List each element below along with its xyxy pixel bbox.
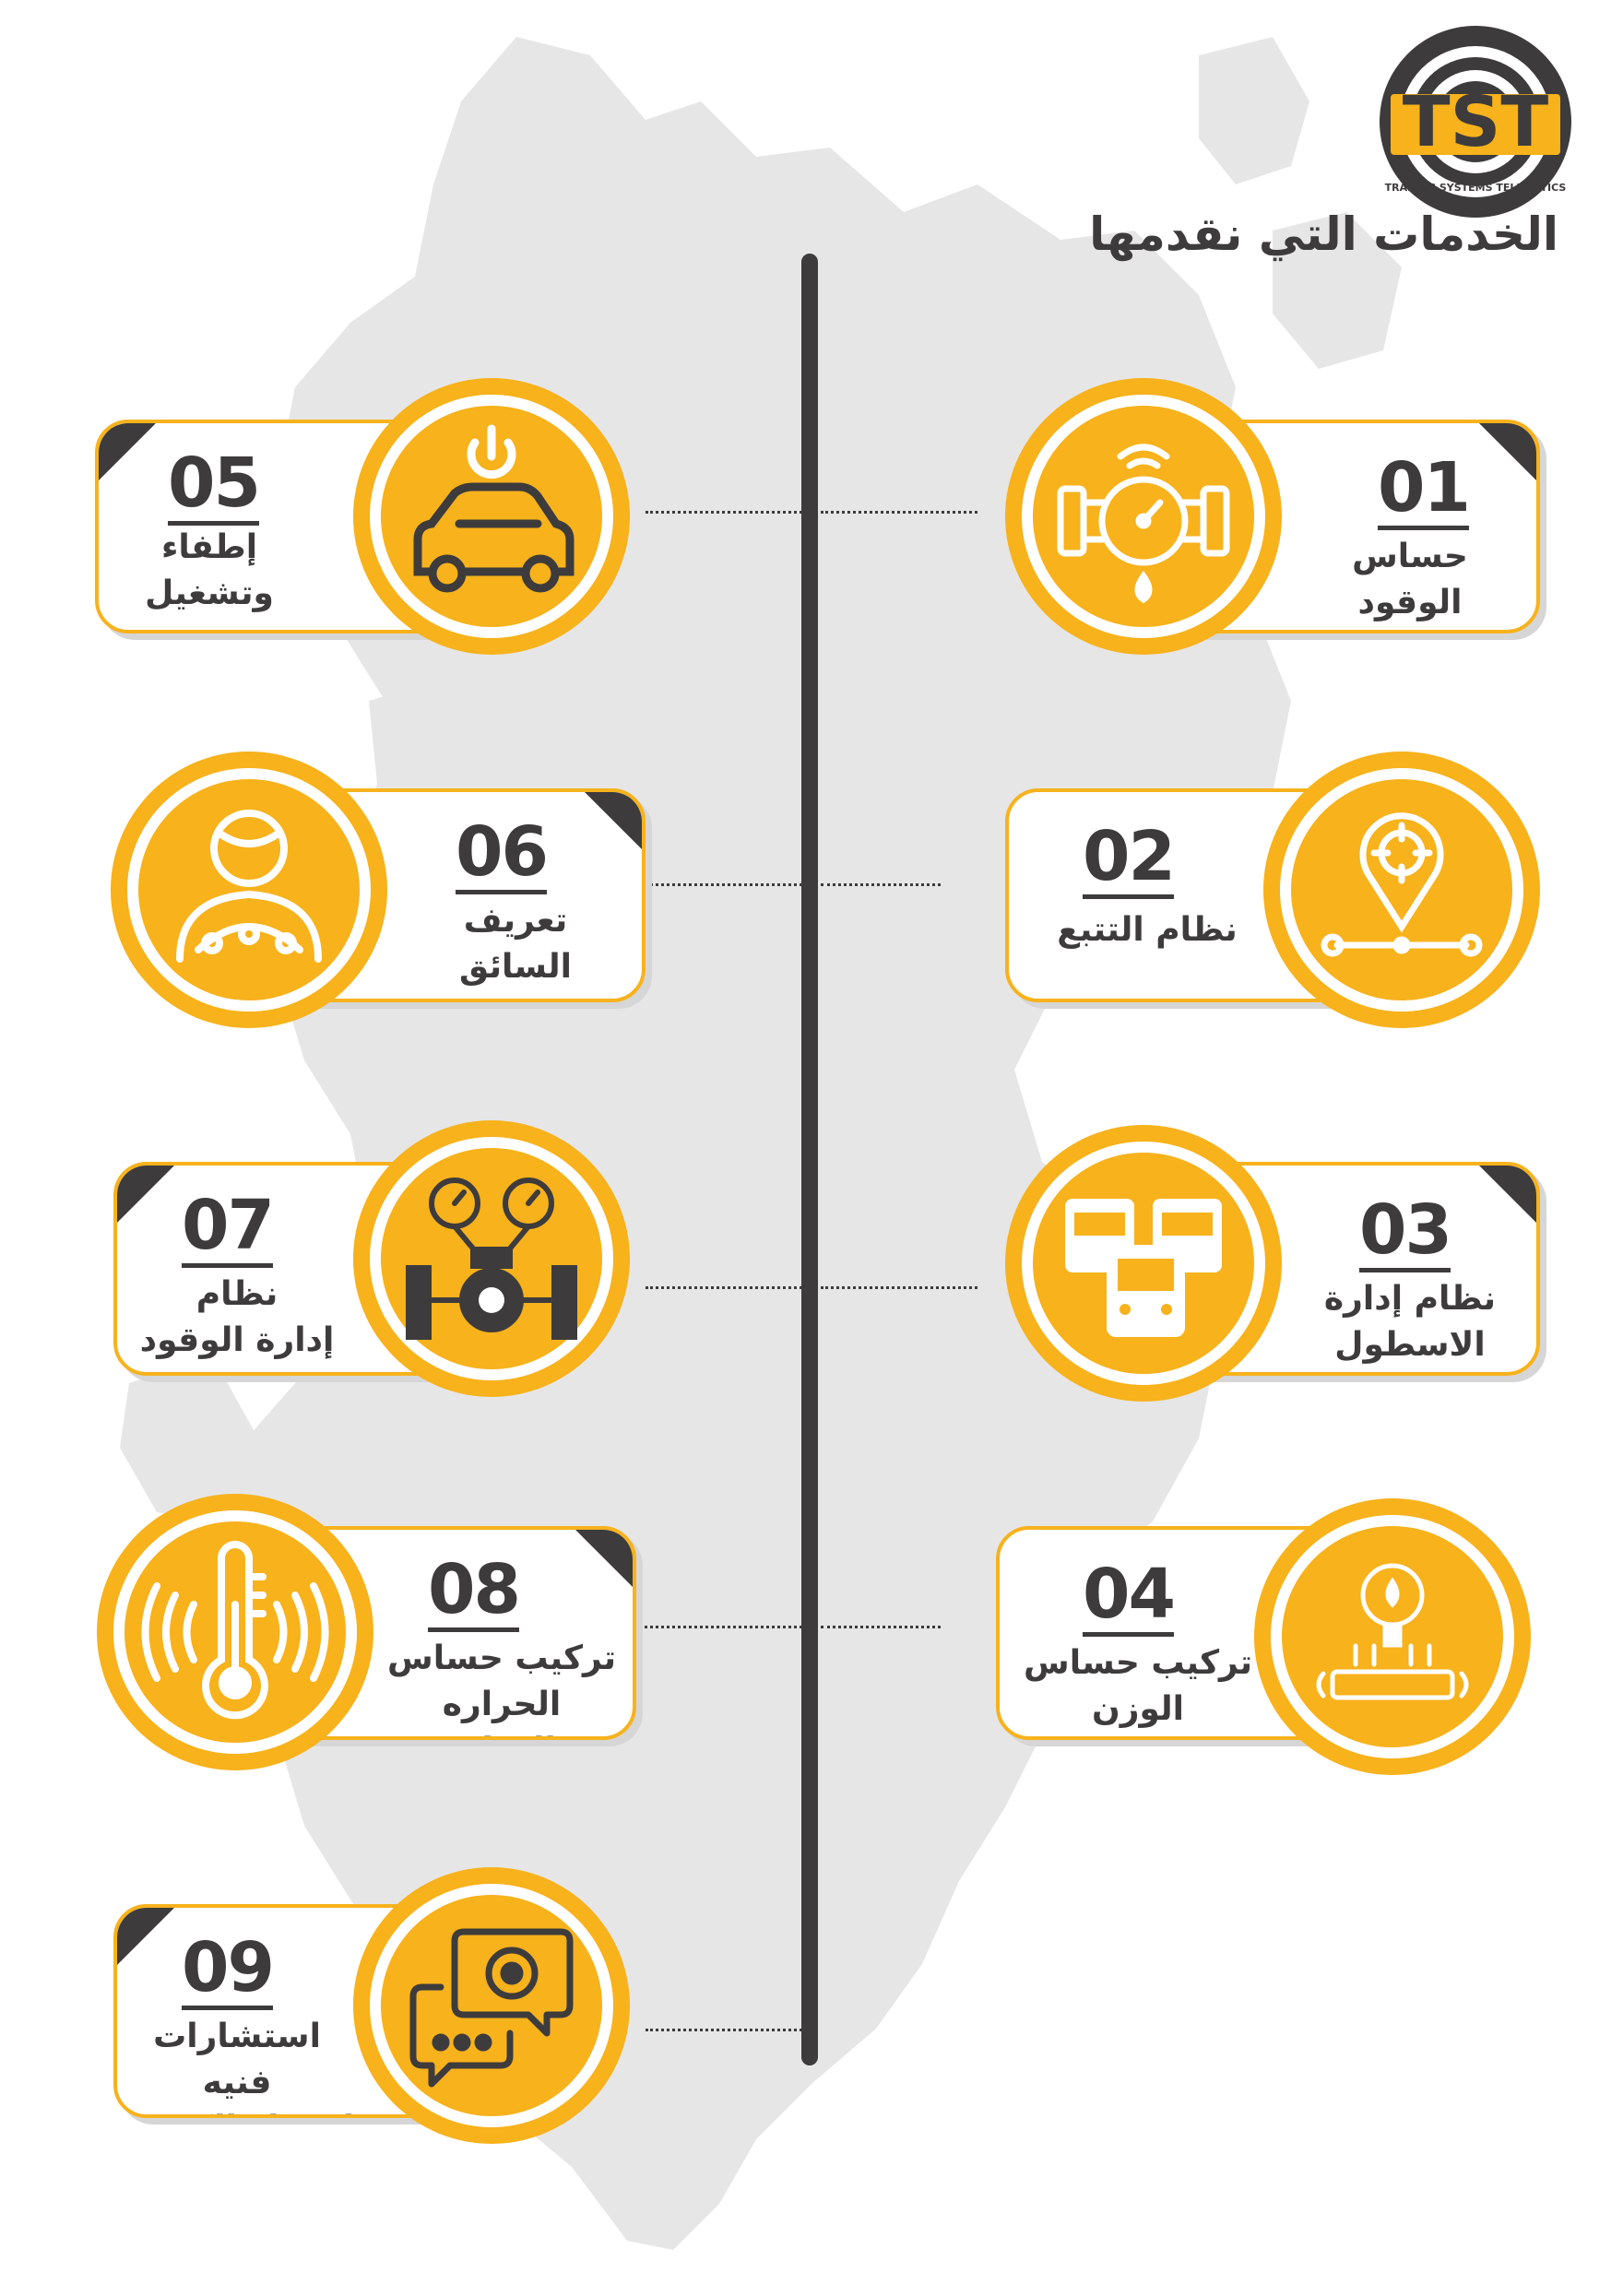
connector-07 (646, 1286, 802, 1289)
service-label-line2: إدارة الوقود (139, 1321, 335, 1359)
service-number: 05 (168, 444, 261, 526)
card-corner (117, 1908, 178, 1969)
service-number: 06 (456, 812, 549, 894)
card-corner (117, 1166, 178, 1226)
fuel-management-icon (406, 1178, 577, 1340)
service-label-line1: نظام التتبع (1057, 911, 1238, 949)
service-label: حساس الوقود (1304, 534, 1516, 626)
driver-icon (176, 810, 322, 963)
service-circle-07 (353, 1120, 630, 1397)
service-number: 07 (182, 1186, 275, 1268)
connector-03 (821, 1286, 977, 1289)
service-number: 08 (428, 1550, 521, 1632)
connector-09 (646, 2029, 802, 2031)
service-circle-03 (1005, 1125, 1282, 1402)
service-circle-02 (1263, 752, 1540, 1028)
tst-logo: TST TRAKING SYSTEMS TELEMATICS (1374, 20, 1577, 223)
service-number: 03 (1359, 1190, 1452, 1272)
service-number: 04 (1083, 1555, 1176, 1637)
timeline-line (801, 254, 818, 2065)
logo-tagline: TRAKING SYSTEMS TELEMATICS (1384, 182, 1567, 194)
service-circle-01 (1005, 378, 1282, 655)
service-number: 01 (1378, 448, 1471, 530)
service-circle-05 (353, 378, 630, 655)
service-label: تعريف السائق (409, 898, 622, 990)
logo-text: TST (1402, 80, 1549, 162)
service-label: نظام إدارة الوقود (122, 1272, 352, 1364)
service-label-line1: نظام (195, 1275, 278, 1313)
service-label-line1: نظام إدارة (1323, 1280, 1497, 1318)
connector-08 (627, 1626, 802, 1628)
service-label-line2: وتشغيل (145, 574, 274, 612)
service-label-line1: تعريف (463, 902, 568, 940)
connector-02 (821, 883, 941, 886)
connector-04 (821, 1626, 941, 1628)
service-label-line1: إطفاء (160, 528, 258, 566)
service-circle-09 (353, 1867, 630, 2144)
card-corner (572, 1530, 633, 1591)
card-corner (1475, 423, 1536, 484)
connector-06 (646, 883, 802, 886)
card-corner (1475, 1166, 1536, 1226)
connector-01 (821, 511, 977, 514)
service-label-line2: الحراره والرطوبه (427, 1686, 576, 1736)
service-label-line2: لاصدار الكروت (117, 2106, 357, 2114)
fleet-trucks-icon (1065, 1199, 1222, 1337)
service-label: إطفاء وتشغيل (117, 525, 302, 617)
service-label-line2: الوزن (1092, 1690, 1184, 1728)
service-circle-08 (97, 1494, 373, 1770)
service-label: استشارات فنيه لاصدار الكروت (117, 2014, 357, 2114)
service-label-line1: تركيب حساس (387, 1639, 616, 1677)
service-label-line1: حساس (1352, 538, 1468, 575)
location-tracking-icon (1321, 812, 1483, 957)
service-label-line2: الوقود (1357, 584, 1463, 621)
service-number: 02 (1083, 817, 1176, 899)
weight-sensor-icon (1316, 1563, 1469, 1700)
service-label-line1: تركيب حساس (1024, 1644, 1252, 1682)
page-title: الخدمات التي نقدمها (1089, 207, 1558, 261)
service-label-line2: الاسطول (1334, 1326, 1486, 1364)
service-label: نظام التتبع (1027, 907, 1267, 953)
service-circle-06 (111, 752, 387, 1028)
consulting-chat-icon (409, 1928, 574, 2088)
card-corner (99, 423, 160, 484)
service-number: 09 (182, 1928, 275, 2010)
service-label-line2: السائق (459, 948, 572, 986)
service-circle-04 (1254, 1498, 1531, 1775)
car-power-icon (413, 424, 575, 593)
fuel-sensor-icon (1057, 444, 1230, 604)
service-label: تركيب حساس الوزن (1000, 1640, 1276, 1733)
service-label: تركيب حساس الحراره والرطوبه (373, 1636, 631, 1736)
service-label-line1: استشارات فنيه (153, 2018, 321, 2101)
thermometer-icon (141, 1541, 329, 1720)
card-corner (581, 792, 642, 853)
connector-05 (646, 511, 802, 514)
service-label: نظام إدارة الاسطول (1285, 1276, 1534, 1368)
